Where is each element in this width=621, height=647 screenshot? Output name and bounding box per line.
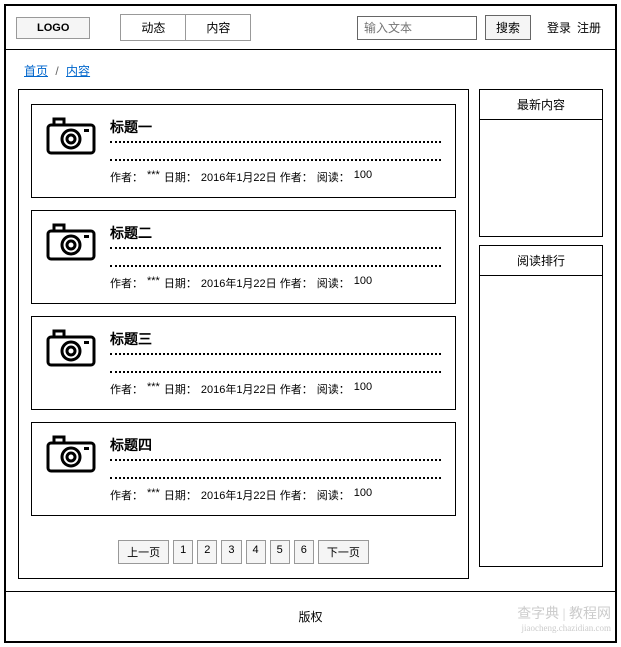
article-meta: 作者： *** 日期：2016年1月22日 作者： 阅读：100 — [110, 275, 441, 291]
date-value: 2016年1月22日 作者： — [201, 169, 313, 185]
article-excerpt — [110, 253, 441, 267]
article-meta: 作者： *** 日期：2016年1月22日 作者： 阅读：100 — [110, 169, 441, 185]
breadcrumb-sep: / — [55, 64, 58, 78]
author-label: 作者： — [110, 169, 143, 185]
date-label: 日期： — [164, 381, 197, 397]
search-group: 搜索 登录 注册 — [357, 15, 605, 40]
search-button[interactable]: 搜索 — [485, 15, 531, 40]
sidebar: 最新内容 阅读排行 — [479, 89, 603, 579]
article-item[interactable]: 标题三 作者： *** 日期：2016年1月22日 作者： 阅读：100 — [31, 316, 456, 410]
nav-item-dynamic[interactable]: 动态 — [120, 14, 186, 41]
article-body: 标题二 作者： *** 日期：2016年1月22日 作者： 阅读：100 — [110, 223, 441, 291]
date-value: 2016年1月22日 作者： — [201, 381, 313, 397]
reads-value: 100 — [354, 381, 372, 397]
author-value: *** — [147, 381, 160, 397]
page-number[interactable]: 5 — [270, 540, 290, 564]
reads-value: 100 — [354, 275, 372, 291]
nav-item-content[interactable]: 内容 — [185, 14, 251, 41]
reads-value: 100 — [354, 487, 372, 503]
page-number[interactable]: 1 — [173, 540, 193, 564]
reads-label: 阅读： — [317, 381, 350, 397]
camera-icon — [46, 435, 96, 473]
article-title[interactable]: 标题一 — [110, 117, 441, 143]
logo: LOGO — [16, 17, 90, 39]
author-value: *** — [147, 275, 160, 291]
reads-label: 阅读： — [317, 169, 350, 185]
nav: 动态 内容 — [120, 14, 251, 41]
header: LOGO 动态 内容 搜索 登录 注册 — [6, 6, 615, 50]
reads-label: 阅读： — [317, 275, 350, 291]
reads-value: 100 — [354, 169, 372, 185]
sidebar-ranking-title: 阅读排行 — [480, 246, 602, 276]
article-title[interactable]: 标题三 — [110, 329, 441, 355]
page-next[interactable]: 下一页 — [318, 540, 369, 564]
pagination: 上一页 1 2 3 4 5 6 下一页 — [31, 540, 456, 564]
camera-icon — [46, 117, 96, 155]
page-number[interactable]: 2 — [197, 540, 217, 564]
article-body: 标题四 作者： *** 日期：2016年1月22日 作者： 阅读：100 — [110, 435, 441, 503]
article-body: 标题一 作者： *** 日期：2016年1月22日 作者： 阅读：100 — [110, 117, 441, 185]
sidebar-ranking: 阅读排行 — [479, 245, 603, 567]
article-excerpt — [110, 147, 441, 161]
sidebar-latest-title: 最新内容 — [480, 90, 602, 120]
article-excerpt — [110, 359, 441, 373]
page-prev[interactable]: 上一页 — [118, 540, 169, 564]
main-content: 标题一 作者：*** 日期：2016年1月22日 作者： 阅读：100 标题二 — [18, 89, 469, 579]
article-title[interactable]: 标题二 — [110, 223, 441, 249]
auth-links: 登录 注册 — [547, 19, 601, 36]
copyright: 版权 — [298, 610, 322, 624]
breadcrumb-home[interactable]: 首页 — [24, 64, 48, 78]
article-item[interactable]: 标题四 作者： *** 日期：2016年1月22日 作者： 阅读：100 — [31, 422, 456, 516]
date-value: 2016年1月22日 作者： — [201, 487, 313, 503]
page-number[interactable]: 4 — [246, 540, 266, 564]
author-label: 作者： — [110, 275, 143, 291]
article-title[interactable]: 标题四 — [110, 435, 441, 461]
date-value: 2016年1月22日 作者： — [201, 275, 313, 291]
author-label: 作者： — [110, 487, 143, 503]
camera-icon — [46, 223, 96, 261]
page-number[interactable]: 3 — [221, 540, 241, 564]
sidebar-latest: 最新内容 — [479, 89, 603, 237]
article-item[interactable]: 标题一 作者： *** 日期：2016年1月22日 作者： 阅读：100 — [31, 104, 456, 198]
author-label: 作者： — [110, 381, 143, 397]
date-label: 日期： — [164, 487, 197, 503]
search-input[interactable] — [357, 16, 477, 40]
breadcrumb: 首页 / 内容 — [6, 50, 615, 89]
reads-label: 阅读： — [317, 487, 350, 503]
article-item[interactable]: 标题二 作者： *** 日期：2016年1月22日 作者： 阅读：100 — [31, 210, 456, 304]
author-value: *** — [147, 169, 160, 185]
login-link[interactable]: 登录 — [547, 19, 571, 36]
article-meta: 作者： *** 日期：2016年1月22日 作者： 阅读：100 — [110, 381, 441, 397]
footer: 版权 — [6, 591, 615, 641]
camera-icon — [46, 329, 96, 367]
breadcrumb-current[interactable]: 内容 — [66, 64, 90, 78]
author-value: *** — [147, 487, 160, 503]
register-link[interactable]: 注册 — [577, 19, 601, 36]
page-number[interactable]: 6 — [294, 540, 314, 564]
date-label: 日期： — [164, 275, 197, 291]
article-meta: 作者： *** 日期：2016年1月22日 作者： 阅读：100 — [110, 487, 441, 503]
date-label: 日期： — [164, 169, 197, 185]
article-body: 标题三 作者： *** 日期：2016年1月22日 作者： 阅读：100 — [110, 329, 441, 397]
article-excerpt — [110, 465, 441, 479]
